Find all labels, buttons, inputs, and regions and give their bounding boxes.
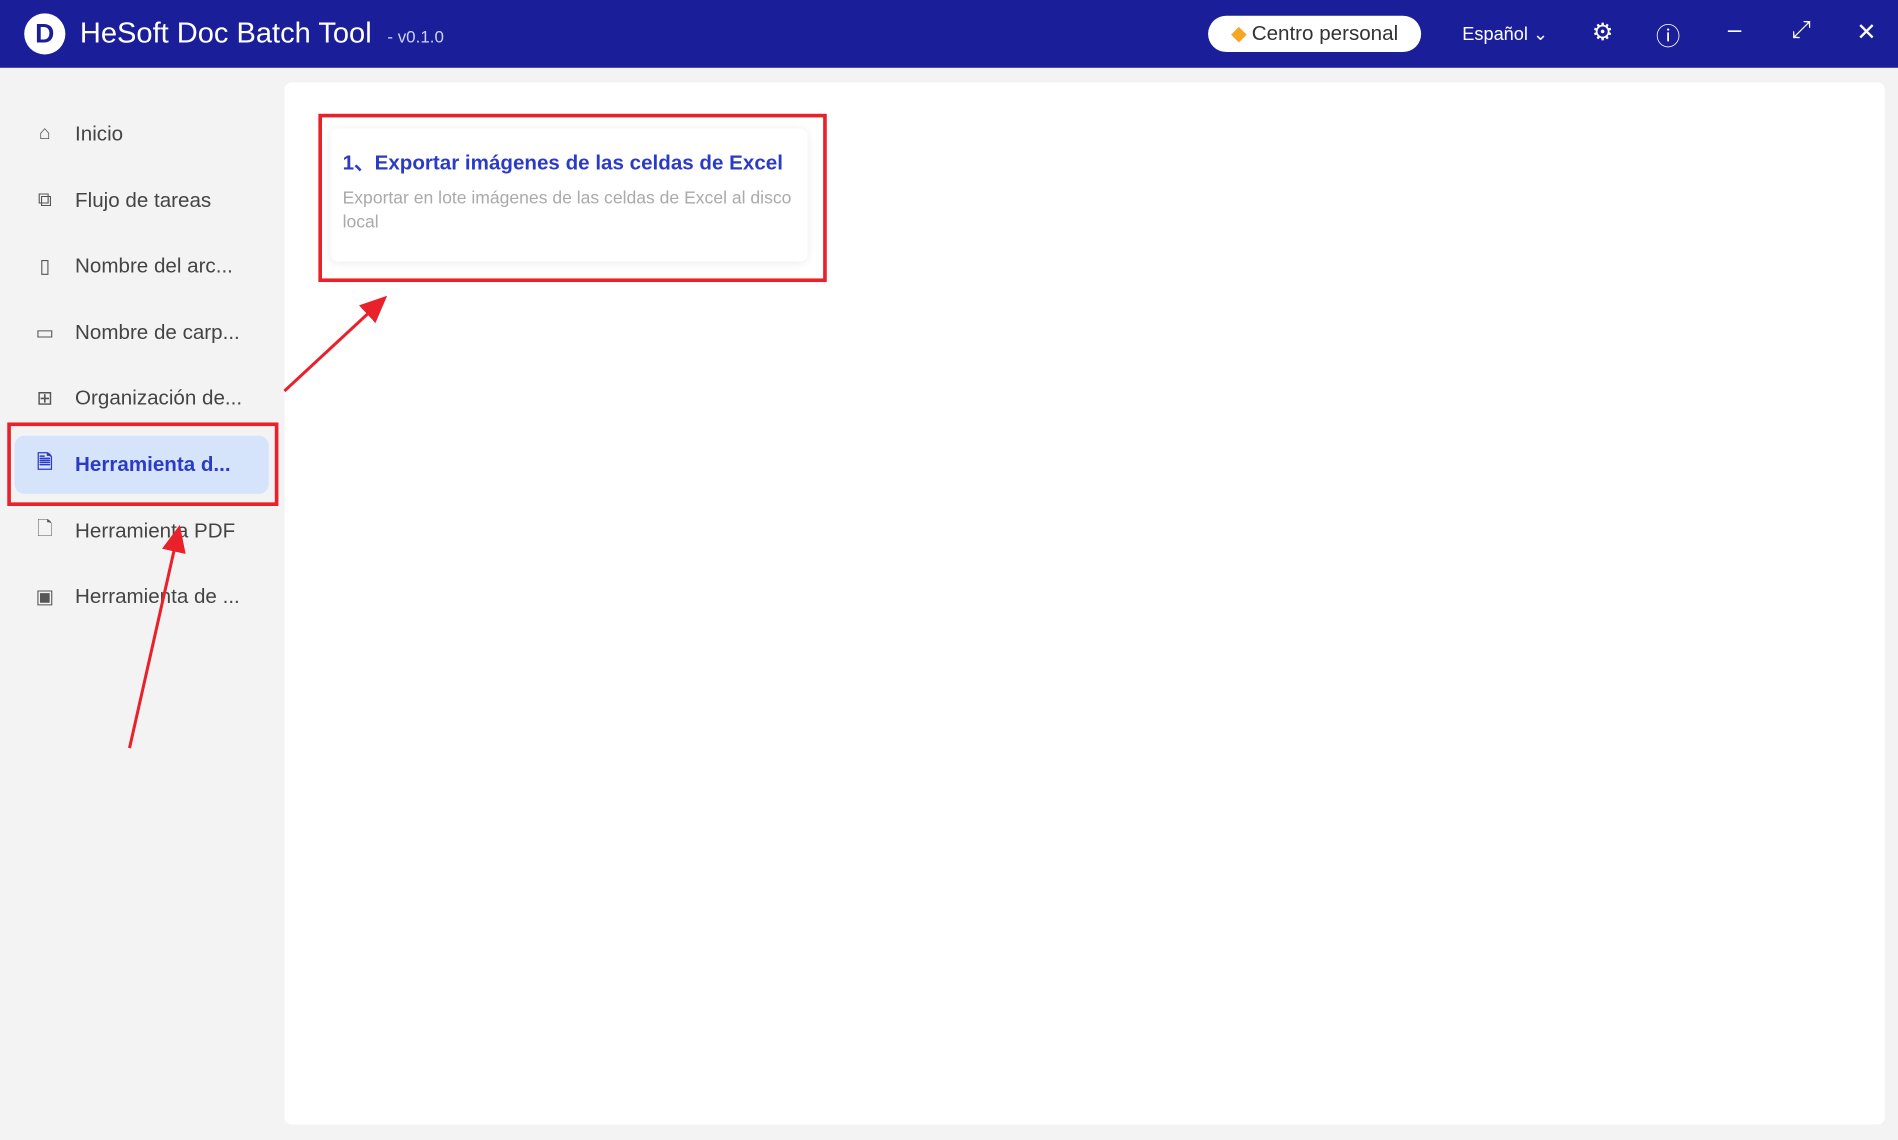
- folder-icon: ▭: [35, 323, 54, 344]
- image-icon: ▣: [35, 587, 54, 608]
- maximize-icon[interactable]: ⤢: [1784, 17, 1818, 45]
- sidebar-item-label: Herramienta PDF: [75, 519, 236, 543]
- sidebar-item-label: Herramienta de ...: [75, 584, 240, 608]
- app-title: HeSoft Doc Batch Tool: [79, 16, 372, 50]
- sidebar-item-pdf-tool[interactable]: 🗋 Herramienta PDF: [15, 502, 269, 560]
- close-icon[interactable]: ✕: [1850, 17, 1884, 47]
- file-icon: ▯: [39, 256, 51, 278]
- home-icon: ⌂: [38, 123, 51, 145]
- highlight-box-card: [318, 113, 827, 283]
- settings-icon[interactable]: ⚙: [1586, 17, 1620, 47]
- sidebar: ⌂ Inicio ⧉ Flujo de tareas ▯ Nombre del arc…: [0, 68, 284, 1140]
- sidebar-item-image-tool[interactable]: ▣ Herramienta de ...: [15, 568, 269, 626]
- pdf-icon: 🗋: [36, 518, 53, 540]
- sidebar-item-label: Nombre del arc...: [75, 254, 233, 278]
- personal-center-button[interactable]: ◆ Centro personal: [1208, 15, 1422, 53]
- sidebar-item-inicio[interactable]: ⌂ Inicio: [15, 105, 269, 163]
- diamond-icon: ◆: [1231, 21, 1247, 45]
- language-select[interactable]: Español ⌄: [1462, 23, 1548, 45]
- personal-center-label: Centro personal: [1251, 21, 1399, 45]
- sidebar-item-folder-name[interactable]: ▭ Nombre de carp...: [15, 304, 269, 362]
- workflow-icon: ⧉: [37, 190, 52, 211]
- highlight-box-sidebar: [7, 422, 279, 506]
- app-version: - v0.1.0: [387, 26, 444, 46]
- sidebar-item-file-name[interactable]: ▯ Nombre del arc...: [15, 237, 269, 295]
- sidebar-item-organize[interactable]: ⊞ Organización de...: [15, 369, 269, 427]
- sidebar-item-label: Nombre de carp...: [75, 320, 240, 344]
- title-bar: D HeSoft Doc Batch Tool - v0.1.0 ◆ Centro…: [0, 0, 1898, 68]
- sidebar-item-workflow[interactable]: ⧉ Flujo de tareas: [15, 172, 269, 230]
- sidebar-item-label: Organización de...: [75, 386, 243, 410]
- help-icon[interactable]: ⓘ: [1651, 17, 1685, 52]
- organize-icon: ⊞: [36, 388, 53, 410]
- minimize-icon[interactable]: –: [1718, 17, 1752, 45]
- language-label: Español: [1462, 24, 1528, 45]
- sidebar-item-label: Flujo de tareas: [75, 188, 212, 212]
- sidebar-item-label: Inicio: [75, 122, 124, 146]
- chevron-down-icon: ⌄: [1532, 24, 1549, 45]
- app-logo: D: [24, 13, 66, 55]
